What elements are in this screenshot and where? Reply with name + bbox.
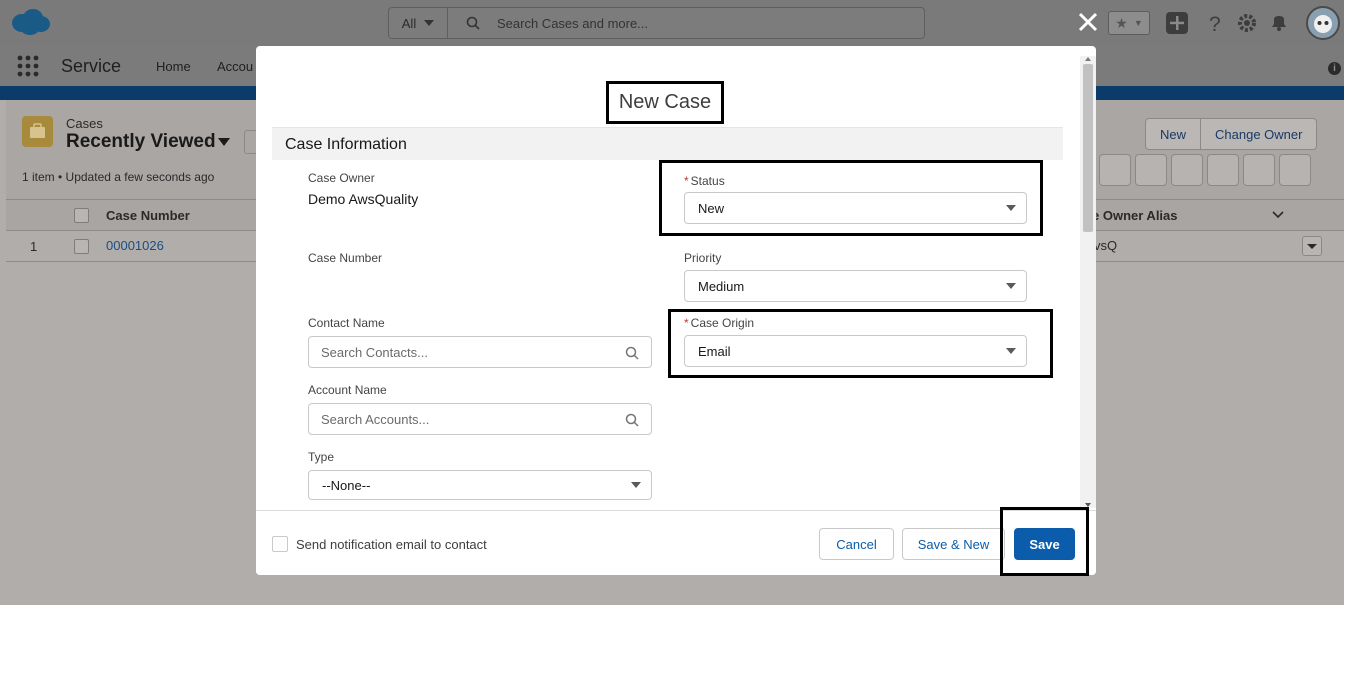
send-notification-checkbox[interactable] bbox=[272, 536, 288, 552]
contact-name-input[interactable]: Search Contacts... bbox=[308, 336, 652, 368]
header-utilities: ★ ▼ bbox=[1108, 8, 1150, 35]
priority-value: Medium bbox=[698, 278, 745, 294]
list-updated-status: 1 item • Updated a few seconds ago bbox=[22, 170, 215, 184]
case-number-label: Case Number bbox=[308, 251, 383, 265]
search-scope-label: All bbox=[401, 15, 417, 31]
new-button[interactable]: New bbox=[1145, 118, 1202, 150]
chevron-down-icon bbox=[631, 482, 641, 488]
section-case-information[interactable]: Case Information bbox=[272, 127, 1063, 160]
type-value: --None-- bbox=[322, 477, 371, 493]
select-all-checkbox[interactable] bbox=[74, 208, 89, 223]
app-launcher-icon[interactable] bbox=[17, 55, 39, 77]
favorites-button[interactable]: ★ ▼ bbox=[1108, 11, 1150, 35]
help-icon[interactable]: ? bbox=[1204, 12, 1226, 34]
inline-edit-button[interactable] bbox=[1207, 154, 1239, 186]
chevron-down-icon bbox=[1006, 283, 1016, 289]
star-icon: ★ bbox=[1115, 14, 1128, 31]
search-icon bbox=[466, 16, 480, 30]
modal-footer: Send notification email to contact Cance… bbox=[256, 510, 1096, 575]
chevron-down-icon bbox=[424, 20, 435, 26]
save-and-new-button[interactable]: Save & New bbox=[902, 528, 1005, 560]
salesforce-logo-icon bbox=[12, 9, 50, 35]
list-tools bbox=[1099, 154, 1311, 186]
send-notification-option[interactable]: Send notification email to contact bbox=[272, 536, 487, 552]
charts-button[interactable] bbox=[1243, 154, 1275, 186]
chevron-down-icon[interactable] bbox=[1272, 211, 1284, 219]
search-scope-select[interactable]: All bbox=[389, 8, 448, 38]
info-icon[interactable]: i bbox=[1328, 62, 1341, 75]
close-icon[interactable] bbox=[1076, 10, 1100, 34]
tab-accounts[interactable]: Accou bbox=[217, 59, 253, 74]
priority-select[interactable]: Medium bbox=[684, 270, 1027, 302]
row-checkbox[interactable] bbox=[74, 239, 89, 254]
owner-alias-cell: vsQ bbox=[1094, 238, 1118, 253]
change-owner-button[interactable]: Change Owner bbox=[1201, 118, 1318, 150]
search-input[interactable]: Search Cases and more... bbox=[497, 16, 648, 31]
case-origin-highlight-box bbox=[668, 309, 1053, 378]
scroll-up-icon[interactable] bbox=[1085, 57, 1091, 61]
new-case-modal: New Case Case Information Case Owner Dem… bbox=[256, 46, 1096, 575]
contact-name-label: Contact Name bbox=[308, 316, 385, 330]
contact-name-placeholder: Search Contacts... bbox=[321, 344, 428, 360]
chevron-down-icon: ▼ bbox=[1133, 18, 1143, 28]
list-settings-button[interactable] bbox=[1099, 154, 1131, 186]
case-owner-value: Demo AwsQuality bbox=[308, 191, 419, 207]
status-highlight-box bbox=[659, 160, 1043, 236]
gear-icon[interactable] bbox=[1236, 12, 1258, 34]
display-as-button[interactable] bbox=[1135, 154, 1167, 186]
svg-text:?: ? bbox=[1209, 13, 1221, 34]
object-label: Cases bbox=[66, 116, 103, 131]
list-actions: New Change Owner bbox=[1145, 118, 1318, 150]
column-owner-alias[interactable]: e Owner Alias bbox=[1092, 208, 1178, 223]
type-select[interactable]: --None-- bbox=[308, 470, 652, 500]
bell-icon[interactable] bbox=[1268, 11, 1290, 33]
scrollbar-thumb[interactable] bbox=[1083, 64, 1093, 232]
account-name-label: Account Name bbox=[308, 383, 387, 397]
account-name-placeholder: Search Accounts... bbox=[321, 411, 430, 427]
global-header: All Search Cases and more... ★ ▼ ? bbox=[0, 0, 1344, 46]
send-notification-label: Send notification email to contact bbox=[296, 536, 487, 552]
account-name-input[interactable]: Search Accounts... bbox=[308, 403, 652, 435]
list-view-name[interactable]: Recently Viewed bbox=[66, 131, 216, 153]
app-background: All Search Cases and more... ★ ▼ ? Servic… bbox=[0, 0, 1344, 605]
tab-home[interactable]: Home bbox=[156, 59, 191, 74]
chevron-down-icon bbox=[1307, 244, 1317, 249]
case-object-icon bbox=[22, 116, 53, 147]
case-number-link[interactable]: 00001026 bbox=[106, 238, 164, 253]
row-actions-button[interactable] bbox=[1302, 236, 1322, 256]
case-owner-label: Case Owner bbox=[308, 171, 375, 185]
chevron-down-icon[interactable] bbox=[218, 138, 230, 146]
global-search[interactable]: All Search Cases and more... bbox=[388, 7, 925, 39]
refresh-button[interactable] bbox=[1171, 154, 1203, 186]
search-icon bbox=[625, 413, 639, 427]
filter-button[interactable] bbox=[1279, 154, 1311, 186]
modal-scrollbar[interactable] bbox=[1080, 56, 1096, 508]
type-label: Type bbox=[308, 450, 335, 464]
column-case-number[interactable]: Case Number bbox=[106, 208, 190, 223]
save-highlight-box bbox=[1000, 507, 1089, 576]
cancel-button[interactable]: Cancel bbox=[819, 528, 894, 560]
search-icon bbox=[625, 346, 639, 360]
modal-title: New Case bbox=[606, 81, 724, 124]
row-number: 1 bbox=[30, 239, 38, 254]
avatar[interactable] bbox=[1306, 6, 1340, 40]
app-name: Service bbox=[61, 56, 122, 76]
priority-label: Priority bbox=[684, 251, 722, 265]
global-actions-icon[interactable] bbox=[1166, 12, 1188, 34]
